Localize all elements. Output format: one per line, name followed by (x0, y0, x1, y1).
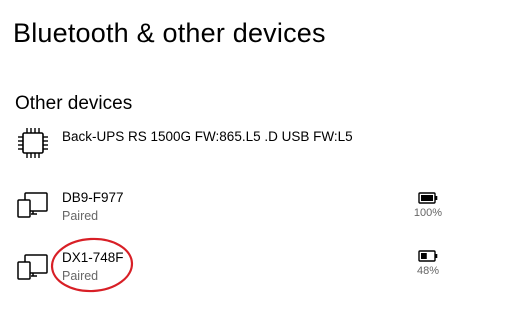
section-title-other-devices: Other devices (15, 93, 133, 114)
battery-icon (418, 250, 438, 262)
device-item-ups[interactable]: Back-UPS RS 1500G FW:865.L5 .D USB FW:L5 (0, 126, 530, 178)
device-name: Back-UPS RS 1500G FW:865.L5 .D USB FW:L5 (62, 129, 353, 144)
device-status: Paired (62, 269, 99, 283)
device-item-dx1-748f[interactable]: DX1-748F Paired 48% (0, 250, 530, 302)
battery-percent: 48% (416, 265, 440, 277)
battery-percent: 100% (413, 207, 443, 219)
battery-indicator: 100% (398, 192, 458, 219)
battery-indicator: 48% (398, 250, 458, 277)
device-name: DX1-748F (62, 250, 124, 265)
battery-icon (418, 192, 438, 204)
page-title: Bluetooth & other devices (13, 18, 326, 48)
device-icon (17, 192, 48, 218)
chip-icon (18, 128, 48, 158)
device-name: DB9-F977 (62, 190, 124, 205)
device-icon (17, 254, 48, 280)
device-status: Paired (62, 209, 99, 223)
device-item-db9-f977[interactable]: DB9-F977 Paired 100% (0, 190, 530, 242)
